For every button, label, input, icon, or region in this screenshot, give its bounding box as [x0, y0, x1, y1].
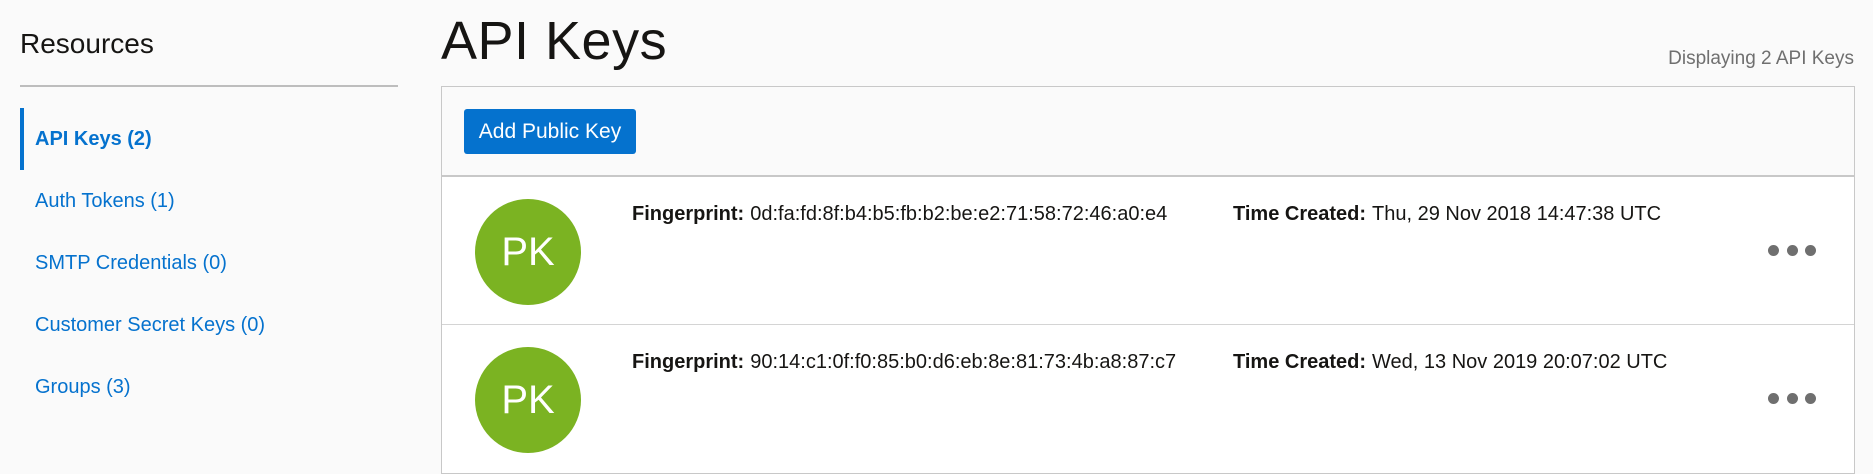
time-created-label: Time Created: [1233, 351, 1367, 373]
time-created-value: Thu, 29 Nov 2018 14:47:38 UTC [1372, 203, 1662, 225]
menu-dot [1805, 392, 1816, 404]
key-avatar: PK [475, 199, 581, 305]
sidebar-divider [20, 85, 398, 87]
more-horizontal-icon[interactable] [1768, 235, 1816, 265]
sidebar-item-groups[interactable]: Groups (3) [20, 356, 398, 418]
sidebar-item-auth-tokens[interactable]: Auth Tokens (1) [20, 170, 398, 232]
menu-dot [1768, 392, 1779, 404]
fingerprint-label: Fingerprint: [632, 203, 745, 225]
menu-dot [1805, 244, 1816, 256]
fingerprint-field: Fingerprint: 90:14:c1:0f:f0:85:b0:d6:eb:8… [632, 351, 1176, 374]
api-key-row: PK Fingerprint: 0d:fa:fd:8f:b4:b5:fb:b2:b… [442, 177, 1854, 325]
api-keys-panel: Add Public Key PK Fingerprint: 0d:fa:fd:8… [441, 86, 1855, 474]
sidebar-title: Resources [20, 28, 154, 59]
menu-dot [1786, 244, 1798, 256]
page-title: API Keys [441, 11, 668, 71]
panel-toolbar: Add Public Key [442, 87, 1854, 177]
resources-sidebar: Resources API Keys (2) Auth Tokens (1) S… [20, 0, 398, 474]
sidebar-item-api-keys[interactable]: API Keys (2) [20, 108, 398, 170]
fingerprint-value: 90:14:c1:0f:f0:85:b0:d6:eb:8e:81:73:4b:a… [750, 351, 1177, 373]
api-key-row: PK Fingerprint: 90:14:c1:0f:f0:85:b0:d6:e… [442, 325, 1854, 473]
more-horizontal-icon[interactable] [1768, 383, 1816, 413]
sidebar-list: API Keys (2) Auth Tokens (1) SMTP Creden… [20, 108, 398, 418]
time-created-label: Time Created: [1233, 203, 1367, 225]
time-created-field: Time Created: Thu, 29 Nov 2018 14:47:38 U… [1233, 203, 1661, 226]
menu-dot [1768, 244, 1779, 256]
add-public-key-button[interactable]: Add Public Key [464, 109, 636, 154]
key-avatar: PK [475, 347, 581, 453]
fingerprint-label: Fingerprint: [632, 351, 745, 373]
fingerprint-value: 0d:fa:fd:8f:b4:b5:fb:b2:be:e2:71:58:72:4… [750, 203, 1168, 225]
menu-dot [1786, 392, 1798, 404]
fingerprint-field: Fingerprint: 0d:fa:fd:8f:b4:b5:fb:b2:be:e… [632, 203, 1167, 226]
display-count-text: Displaying 2 API Keys [1668, 48, 1854, 69]
sidebar-item-smtp-credentials[interactable]: SMTP Credentials (0) [20, 232, 398, 294]
time-created-field: Time Created: Wed, 13 Nov 2019 20:07:02 U… [1233, 351, 1667, 374]
time-created-value: Wed, 13 Nov 2019 20:07:02 UTC [1372, 351, 1668, 373]
sidebar-item-customer-secret-keys[interactable]: Customer Secret Keys (0) [20, 294, 398, 356]
